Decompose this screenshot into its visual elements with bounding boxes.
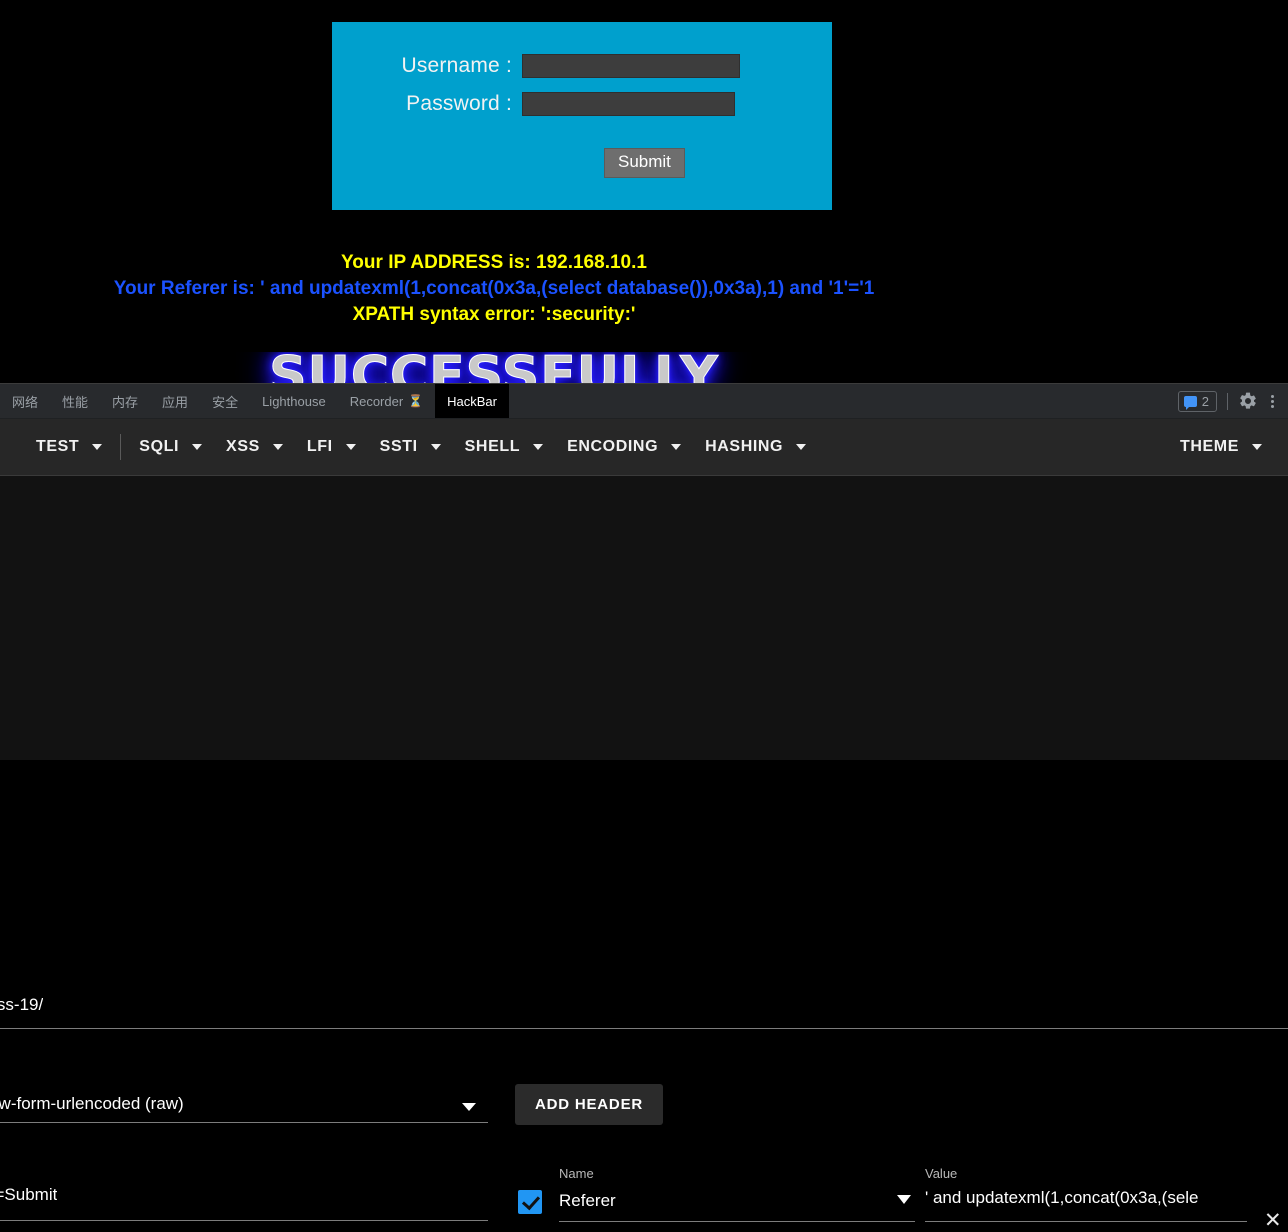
hackbar-menu-encoding[interactable]: ENCODING (555, 430, 693, 464)
hackbar-menu-sqli[interactable]: SQLI (127, 430, 214, 464)
hackbar-menu-encoding-label: ENCODING (567, 438, 659, 455)
hackbar-menu-shell-label: SHELL (464, 438, 521, 455)
hackbar-menu-ssti[interactable]: SSTI (368, 430, 453, 464)
hackbar-menu-lfi-label: LFI (306, 438, 333, 455)
hackbar-toolbar: TEST SQLI XSS LFI SSTI SHELL ENCODING HA… (0, 419, 1288, 476)
hackbar-menu-ssti-label: SSTI (379, 438, 418, 455)
header-name-caption: Name (559, 1166, 594, 1181)
header-enabled-checkbox[interactable] (518, 1190, 542, 1214)
content-type-underline (0, 1122, 488, 1123)
hackbar-menu-xss-label: XSS (226, 438, 260, 455)
hackbar-menu-test-label: TEST (36, 438, 80, 455)
sqli-info-block: Your IP ADDRESS is: 192.168.10.1 Your Re… (0, 250, 988, 328)
password-label: Password : (406, 92, 512, 115)
success-banner-text: SUCCESSFULLY (269, 352, 719, 383)
hackbar-menus-right: THEME (1168, 430, 1288, 464)
console-message-count: 2 (1201, 393, 1209, 409)
devtools-tab-security[interactable]: 安全 (200, 384, 250, 418)
devtools-tab-recorder-label: Recorder (349, 393, 404, 409)
referer-line: Your Referer is: ' and updatexml(1,conca… (113, 278, 875, 299)
hackbar-menu-lfi[interactable]: LFI (295, 430, 368, 464)
browser-page-viewport: Username : Password : Submit Your IP ADD… (0, 0, 1288, 383)
url-input-underline (0, 1028, 1288, 1029)
header-name-input[interactable]: Referer (559, 1191, 889, 1211)
header-value-caption: Value (925, 1166, 958, 1181)
chevron-down-icon (1252, 444, 1262, 450)
devtools-panel: 网络 性能 内存 应用 安全 Lighthouse Recorder ⏳ Hac… (0, 383, 1288, 1231)
chevron-down-icon (671, 444, 682, 450)
hackbar-menu-sqli-label: SQLI (139, 438, 180, 455)
devtools-tab-performance[interactable]: 性能 (50, 384, 100, 418)
chevron-down-icon (345, 444, 356, 450)
hackbar-menu-theme-label: THEME (1180, 438, 1239, 455)
chevron-down-icon (92, 444, 103, 450)
hackbar-menu-hashing-label: HASHING (705, 438, 784, 455)
hackbar-body: Less-19/ www-form-urlencoded (raw) ADD H… (0, 476, 1288, 1231)
toolbar-divider (1227, 392, 1228, 410)
username-row: Username : (332, 54, 832, 78)
hackbar-menu-divider (120, 434, 122, 460)
header-value-input[interactable]: ' and updatexml(1,concat(0x3a,(sele (925, 1188, 1247, 1208)
devtools-tabbar-actions: 2 (1177, 384, 1288, 418)
content-type-select[interactable]: www-form-urlencoded (raw) (0, 1094, 184, 1114)
username-input[interactable] (522, 54, 740, 78)
post-body-underline (0, 1220, 488, 1221)
chevron-down-icon[interactable] (462, 1103, 476, 1111)
success-banner: SUCCESSFULLY (0, 352, 988, 383)
hackbar-menu-hashing[interactable]: HASHING (693, 430, 818, 464)
xpath-error-line: XPATH syntax error: ':security:' (352, 304, 636, 325)
hackbar-menu-theme[interactable]: THEME (1168, 430, 1274, 464)
remove-header-icon[interactable]: ✕ (1264, 1210, 1282, 1231)
username-label: Username : (401, 54, 512, 77)
password-input[interactable] (522, 92, 735, 116)
devtools-tab-lighthouse[interactable]: Lighthouse (250, 384, 338, 418)
chevron-down-icon (430, 444, 441, 450)
hourglass-icon: ⏳ (408, 394, 424, 408)
devtools-tab-hackbar[interactable]: HackBar (435, 384, 509, 418)
login-form-box: Username : Password : Submit (332, 22, 832, 210)
url-input[interactable]: Less-19/ (0, 995, 43, 1015)
header-name-underline (559, 1221, 915, 1222)
ip-address-line: Your IP ADDRESS is: 192.168.10.1 (341, 252, 647, 273)
hackbar-menu-shell[interactable]: SHELL (453, 430, 555, 464)
devtools-tab-network[interactable]: 网络 (0, 384, 50, 418)
devtools-tab-application[interactable]: 应用 (150, 384, 200, 418)
chevron-down-icon[interactable] (897, 1195, 911, 1204)
chevron-down-icon (796, 444, 807, 450)
hackbar-menu-xss[interactable]: XSS (214, 430, 295, 464)
chevron-down-icon (533, 444, 544, 450)
post-body-input[interactable]: it=Submit (0, 1185, 57, 1205)
submit-button[interactable]: Submit (604, 148, 685, 178)
console-message-icon (1183, 395, 1197, 410)
chevron-down-icon (192, 444, 203, 450)
chevron-down-icon (272, 444, 283, 450)
header-value-underline (925, 1221, 1247, 1222)
devtools-tabbar: 网络 性能 内存 应用 安全 Lighthouse Recorder ⏳ Hac… (0, 384, 1288, 419)
devtools-tab-recorder[interactable]: Recorder ⏳ (338, 384, 435, 418)
hackbar-menus-left: TEST SQLI XSS LFI SSTI SHELL ENCODING HA… (0, 430, 818, 464)
devtools-tab-memory[interactable]: 内存 (100, 384, 150, 418)
gear-icon[interactable] (1238, 391, 1258, 411)
password-row: Password : (332, 92, 832, 116)
hackbar-menu-test[interactable]: TEST (24, 430, 114, 464)
console-message-badge[interactable]: 2 (1177, 390, 1217, 412)
tabbar-spacer (509, 384, 1178, 418)
add-header-button[interactable]: ADD HEADER (515, 1084, 664, 1125)
kebab-menu-icon[interactable] (1264, 392, 1280, 411)
